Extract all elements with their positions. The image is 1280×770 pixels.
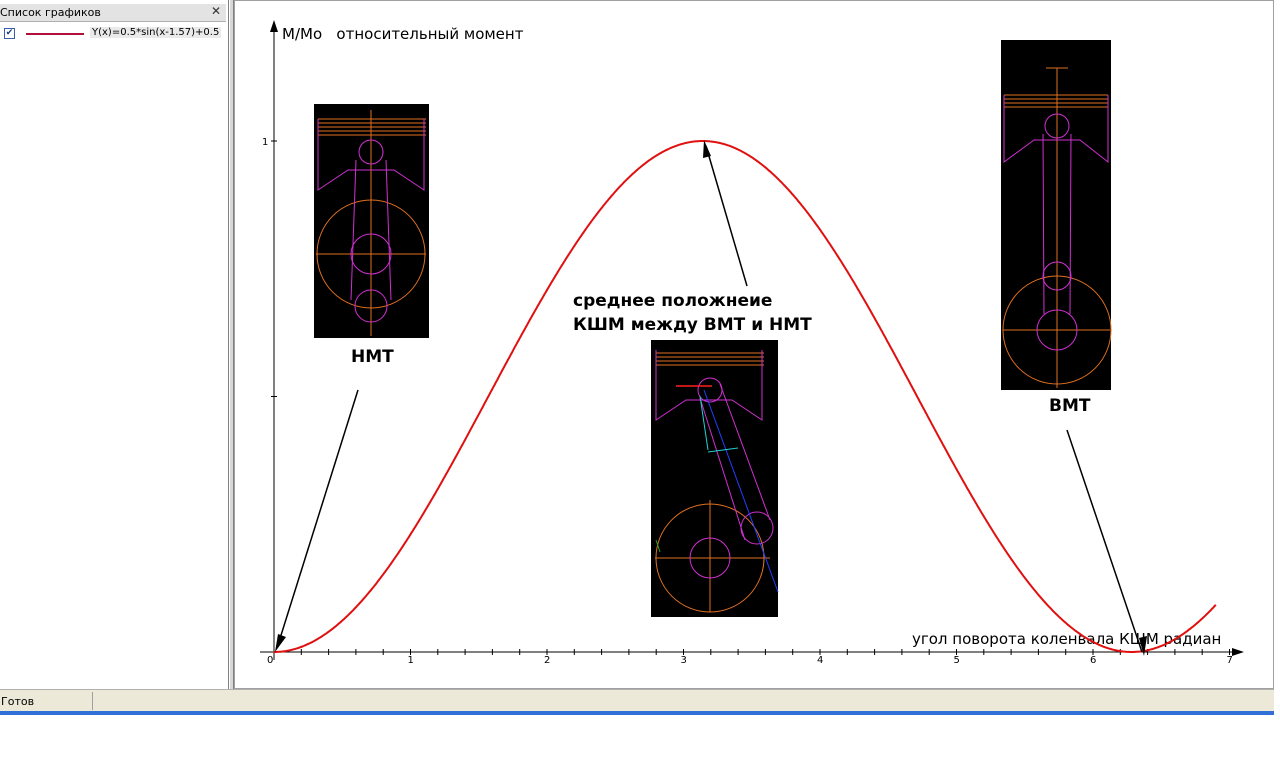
- x-tick-label: 1: [408, 655, 414, 666]
- data-point: [600, 207, 603, 209]
- data-point: [628, 176, 630, 179]
- middle-label-line2: КШМ между ВМТ и НМТ: [573, 315, 812, 335]
- data-point: [928, 418, 930, 420]
- vmt-piston-diagram: [1001, 40, 1112, 390]
- y-axis-label: M/Mo относительный момент: [282, 25, 524, 43]
- data-point: [1174, 638, 1176, 641]
- data-point: [791, 193, 794, 196]
- status-separator: [92, 692, 93, 710]
- data-point: [464, 439, 466, 441]
- data-point: [491, 388, 494, 390]
- nmt-arrow-head: [275, 634, 286, 652]
- data-point: [846, 270, 849, 273]
- data-point: [382, 573, 385, 576]
- data-point: [1146, 649, 1149, 652]
- x-tick-label: 7: [1227, 655, 1233, 666]
- x-tick-label: 4: [817, 655, 823, 666]
- data-point: [409, 533, 412, 536]
- x-tick-label: 3: [681, 655, 687, 666]
- middle-arrow-head: [703, 140, 711, 158]
- y-tick-label: 1: [262, 137, 268, 148]
- data-point: [1201, 617, 1203, 620]
- vmt-label: ВМТ: [1049, 396, 1091, 416]
- vmt-arrow: [1066, 429, 1143, 653]
- data-point: [518, 337, 521, 340]
- data-point: [819, 228, 821, 231]
- data-point: [901, 367, 903, 369]
- middle-piston-diagram: [651, 340, 779, 617]
- data-point: [1010, 558, 1012, 560]
- data-point: [764, 166, 767, 169]
- y-axis-arrow: [270, 20, 278, 32]
- x-tick-label: 5: [954, 655, 960, 666]
- data-point: [737, 148, 739, 151]
- x-tick-label: 2: [544, 655, 550, 666]
- x-tick-label: 0: [267, 655, 273, 666]
- data-point: [983, 515, 985, 518]
- nmt-arrow: [276, 389, 359, 649]
- data-point: [873, 317, 876, 320]
- data-point: [1037, 593, 1040, 596]
- data-point: [327, 630, 330, 633]
- data-point: [573, 244, 576, 247]
- middle-arrow: [705, 145, 748, 287]
- data-point: [437, 488, 439, 490]
- data-point: [682, 142, 685, 145]
- data-point: [546, 289, 548, 292]
- middle-label-line1: среднее положнеие: [573, 291, 772, 311]
- status-text: Готов: [1, 695, 35, 708]
- y-ticks: 1: [262, 137, 277, 397]
- data-point: [1092, 640, 1094, 643]
- x-tick-label: 6: [1090, 655, 1096, 666]
- x-axis-arrow: [1232, 648, 1244, 656]
- data-point: [710, 140, 712, 143]
- chart-canvas: 01234567 1 M/Mo относительный момент уго…: [260, 20, 1244, 666]
- nmt-label: НМТ: [351, 347, 394, 367]
- data-point: [300, 646, 303, 648]
- data-point: [355, 606, 357, 608]
- status-bar: Готов: [0, 689, 1274, 711]
- taskbar-strip: [0, 711, 1274, 715]
- data-point: [655, 155, 657, 157]
- data-point: [1119, 650, 1122, 652]
- nmt-piston-diagram: [314, 104, 429, 338]
- data-point: [1064, 622, 1067, 624]
- data-point: [955, 468, 958, 470]
- data-point: [273, 651, 275, 653]
